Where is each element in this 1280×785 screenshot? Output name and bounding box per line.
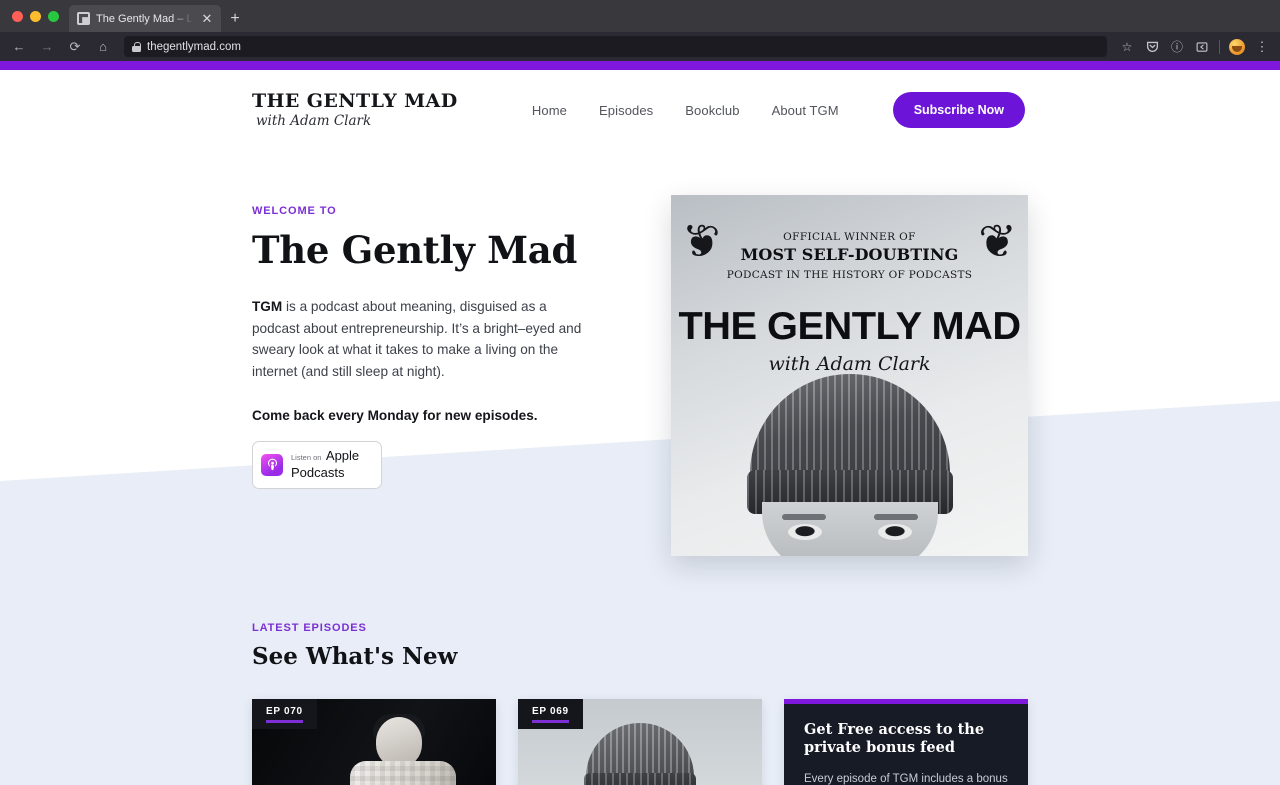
episode-card[interactable]: EP 069 [518,699,762,785]
new-tab-button[interactable]: + [221,5,249,32]
episode-artwork [575,723,705,785]
hero-section: WELCOME TO The Gently Mad TGM is a podca… [0,128,1280,557]
pocket-icon[interactable] [1140,35,1164,59]
site-logo-main: THE GENTLY MAD [252,90,458,112]
bookmark-star-icon[interactable]: ☆ [1115,35,1139,59]
episode-artwork [344,714,462,785]
cover-award-line-2: MOST SELF-DOUBTING [740,245,959,265]
episode-number-label: EP 069 [532,706,569,718]
site-logo[interactable]: THE GENTLY MAD with Adam Clark [252,90,458,129]
hero-paragraph-strong: TGM [252,299,283,315]
address-bar[interactable]: thegentlymad.com [124,36,1107,57]
hero-paragraph: TGM is a podcast about meaning, disguise… [252,296,592,382]
account-avatar-icon[interactable] [1225,35,1249,59]
hero-eyebrow: WELCOME TO [252,205,337,218]
episode-number-badge: EP 070 [252,699,317,729]
nav-item-home[interactable]: Home [532,103,567,118]
laurel-right-icon: ❦ [978,215,1017,268]
info-icon[interactable]: ⓘ [1165,35,1189,59]
promo-title: Get Free access to the private bonus fee… [804,721,985,757]
toolbar-icons: ☆ ⓘ ⋮ [1115,35,1274,59]
episode-card[interactable]: EP 070 [252,699,496,785]
episodes-eyebrow: LATEST EPISODES [252,622,367,635]
podcast-cover-art: ❦ OFFICIAL WINNER OF MOST SELF-DOUBTING … [671,195,1028,557]
home-icon[interactable]: ⌂ [90,35,116,59]
hero-artwork-column: ❦ OFFICIAL WINNER OF MOST SELF-DOUBTING … [592,195,1028,557]
app-menu-icon[interactable]: ⋮ [1250,35,1274,59]
back-icon[interactable]: ← [6,35,32,59]
site-accent-bar [0,61,1280,70]
web-page: THE GENTLY MAD with Adam Clark Home Epis… [0,61,1280,785]
close-window-button[interactable] [12,10,23,22]
browser-toolbar: ← → ⟳ ⌂ thegentlymad.com ☆ ⓘ ⋮ [0,32,1280,61]
site-header: THE GENTLY MAD with Adam Clark Home Epis… [0,70,1280,128]
forward-icon[interactable]: → [34,35,60,59]
close-tab-icon[interactable]: ✕ [199,12,215,25]
cover-award-line-1: OFFICIAL WINNER OF [783,231,916,244]
cover-title: THE GENTLY MAD [678,305,1021,349]
nav-item-about-tgm[interactable]: About TGM [772,103,839,118]
browser-tab-bar: The Gently Mad – Life, business ✕ + [0,0,1280,32]
apple-badge-top-label: Listen on [291,452,322,462]
main-navigation: Home Episodes Bookclub About TGM Subscri… [532,92,1025,129]
apple-podcasts-icon [261,453,283,476]
hero-text-column: WELCOME TO The Gently Mad TGM is a podca… [252,195,592,556]
address-bar-url: thegentlymad.com [147,40,241,53]
reload-icon[interactable]: ⟳ [62,35,88,59]
hero-schedule-line: Come back every Monday for new episodes. [252,407,538,423]
cover-host-photo [720,374,980,557]
cover-award-line-3: PODCAST IN THE HISTORY OF PODCASTS [726,269,973,282]
cover-subtitle: with Adam Clark [768,353,931,376]
toolbar-divider [1219,39,1220,54]
episode-card-list: EP 070 EP 069 Get Free access to the pri… [252,699,1028,785]
subscribe-now-button[interactable]: Subscribe Now [892,92,1025,129]
promo-body: Every episode of TGM includes a bonus ep… [804,772,1008,785]
nav-item-bookclub[interactable]: Bookclub [685,103,739,118]
latest-episodes-section: LATEST EPISODES See What's New EP 070 EP… [0,556,1280,785]
nav-item-episodes[interactable]: Episodes [599,103,653,118]
maximize-window-button[interactable] [48,10,59,22]
episode-number-label: EP 070 [266,706,303,718]
apple-podcasts-button[interactable]: Listen on Apple Podcasts [252,440,382,489]
minimize-window-button[interactable] [30,10,41,22]
hero-title: The Gently Mad [252,228,578,273]
browser-tab-title: The Gently Mad – Life, business [96,12,193,25]
site-logo-sub: with Adam Clark [256,112,372,129]
hero-paragraph-rest: is a podcast about meaning, disguised as… [252,299,582,379]
browser-window: The Gently Mad – Life, business ✕ + ← → … [0,0,1280,785]
lock-icon [132,41,141,52]
browser-tab[interactable]: The Gently Mad – Life, business ✕ [69,5,221,32]
cover-award-block: ❦ OFFICIAL WINNER OF MOST SELF-DOUBTING … [671,195,1028,283]
window-traffic-lights [8,0,69,32]
container-tab-icon[interactable] [1190,35,1214,59]
site-favicon-icon [77,12,90,25]
episodes-section-title: See What's New [252,643,458,671]
laurel-left-icon: ❦ [682,215,721,268]
bonus-feed-promo-card[interactable]: Get Free access to the private bonus fee… [784,699,1028,785]
episode-number-badge: EP 069 [518,699,583,729]
